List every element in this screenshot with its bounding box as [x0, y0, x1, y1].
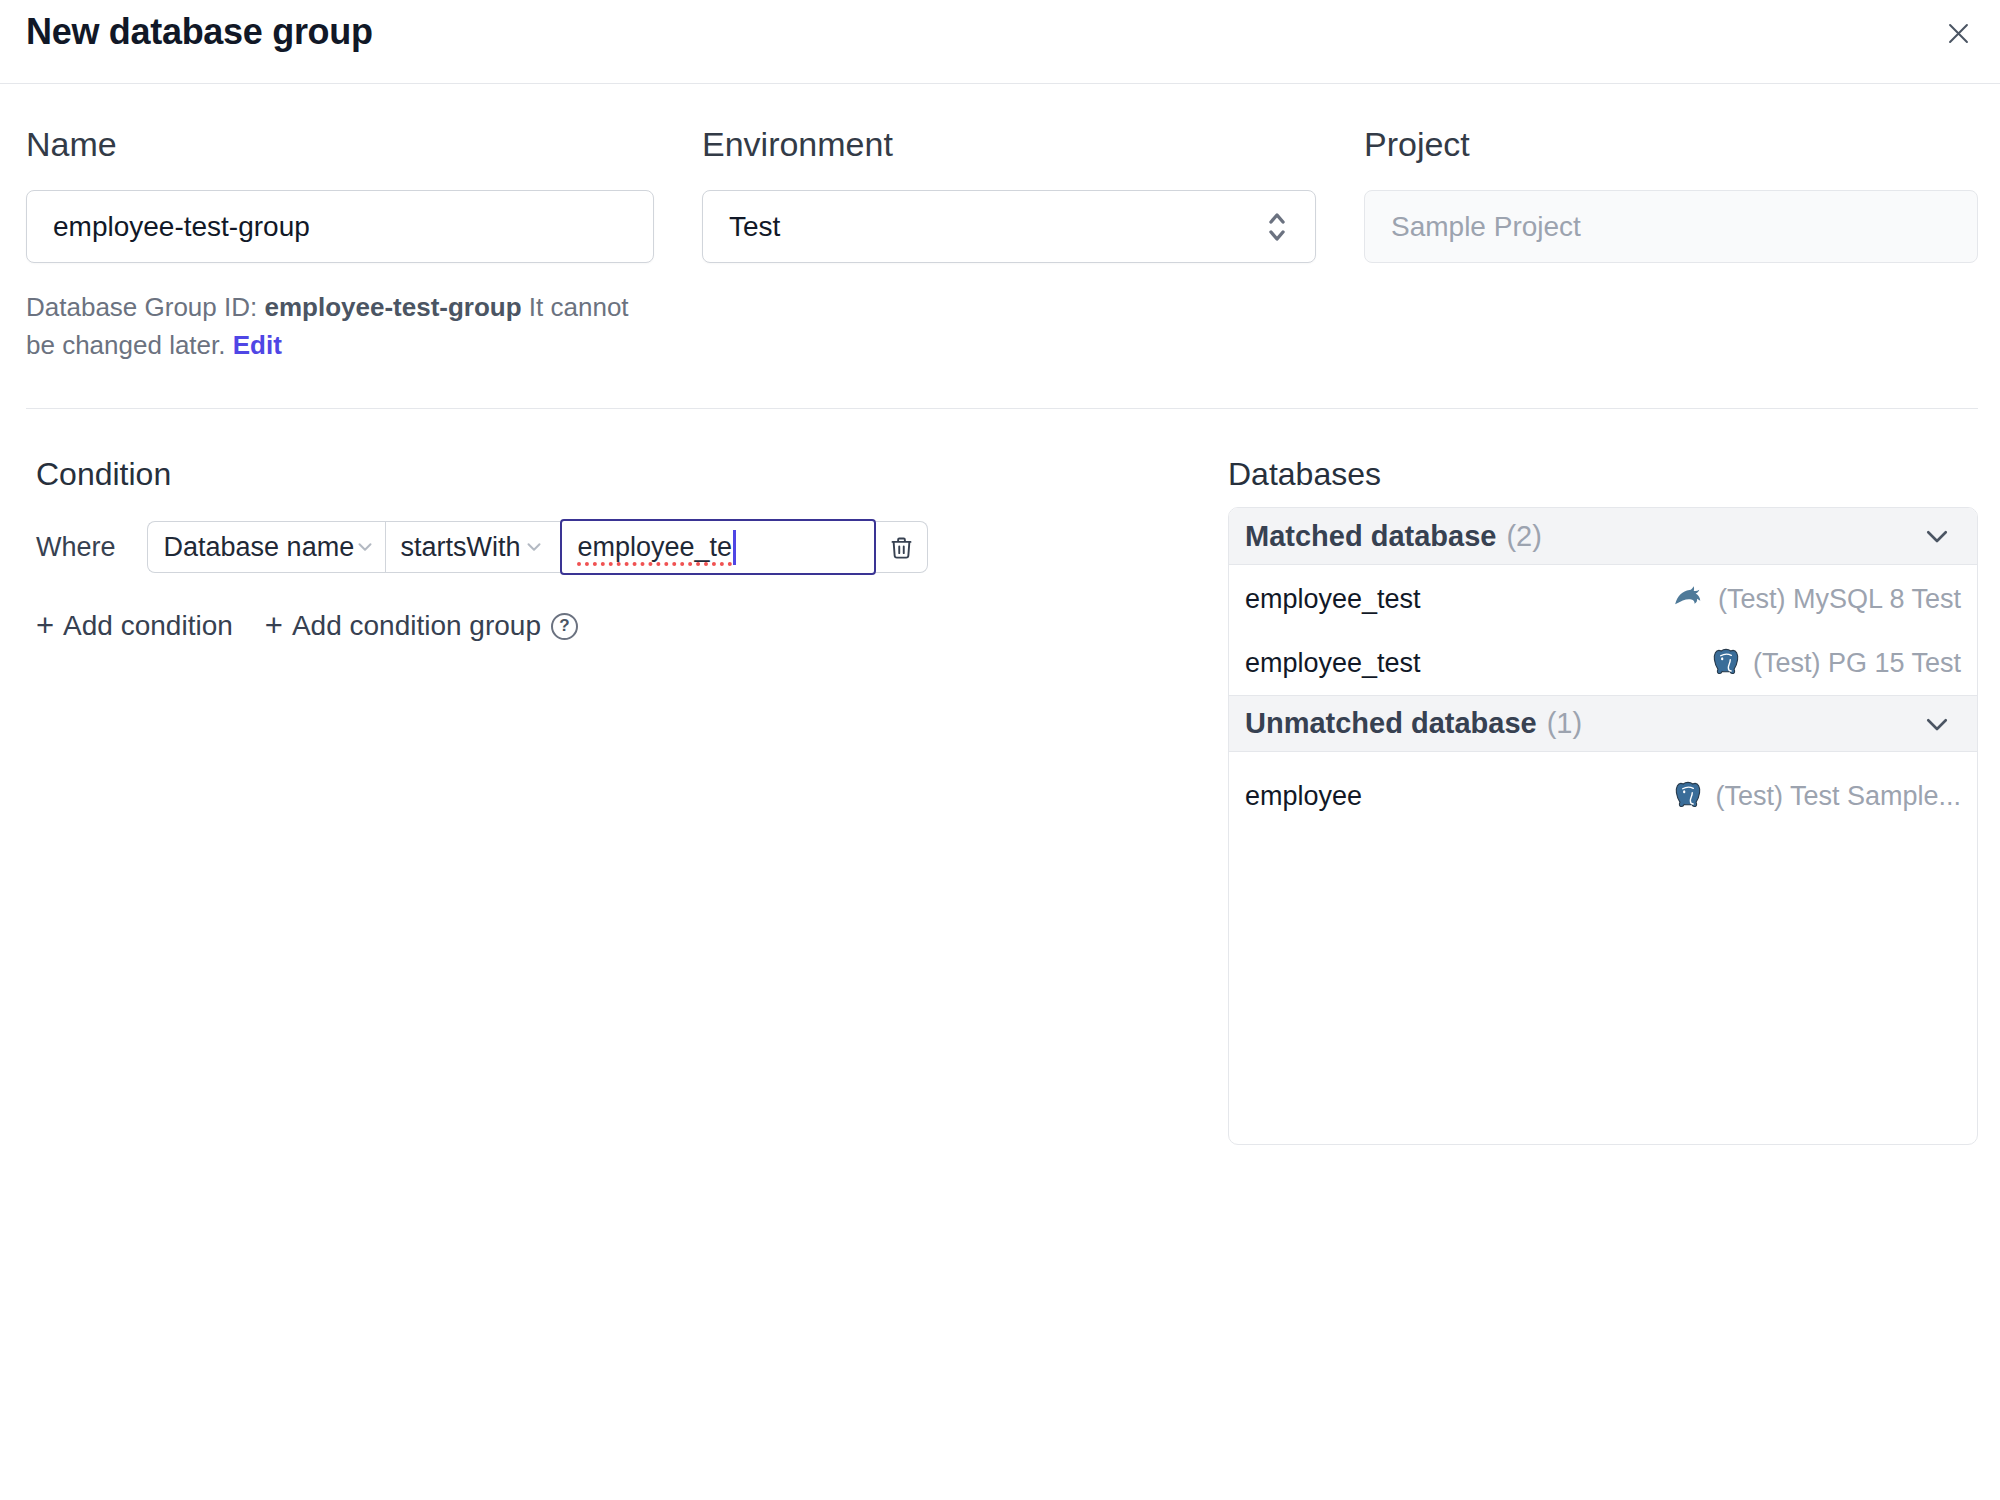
environment-select[interactable]: Test: [702, 190, 1316, 263]
name-input-value: employee-test-group: [53, 211, 310, 243]
form-grid: Name employee-test-group Database Group …: [26, 124, 1978, 364]
environment-label: Environment: [702, 124, 1316, 164]
matched-database-title: Matched database: [1245, 520, 1496, 552]
instance-label: (Test) MySQL 8 Test: [1718, 584, 1961, 615]
matched-database-header[interactable]: Matched database (2): [1229, 508, 1977, 565]
databases-section: Databases Matched database (2) employee_t…: [1228, 454, 1978, 1145]
database-row[interactable]: employee (Test) Test Sample...: [1229, 764, 1977, 828]
section-divider: [26, 408, 1978, 409]
unmatched-database-title: Unmatched database: [1245, 707, 1537, 739]
chevron-down-icon: [523, 536, 545, 558]
chevron-down-icon: [354, 536, 376, 558]
condition-section: Condition Where Database name startsWith…: [26, 454, 1228, 1145]
group-id-note-prefix: Database Group ID:: [26, 292, 264, 322]
select-updown-icon: [1265, 210, 1289, 244]
close-icon: [1945, 20, 1972, 47]
close-button[interactable]: [1945, 20, 1972, 50]
database-row[interactable]: employee_test (Test) PG 15 Test: [1229, 631, 1977, 695]
project-field-group: Project Sample Project: [1364, 124, 1978, 364]
chevron-down-icon: [1922, 709, 1952, 739]
database-name: employee: [1245, 781, 1362, 812]
unmatched-database-count: (1): [1547, 707, 1582, 739]
page-title: New database group: [26, 11, 373, 53]
postgresql-elephant-icon: [1671, 779, 1705, 813]
condition-operator-select[interactable]: startsWith: [385, 521, 560, 573]
add-condition-button[interactable]: + Add condition: [36, 608, 233, 644]
condition-links: + Add condition + Add condition group ?: [36, 608, 1228, 644]
name-input[interactable]: employee-test-group: [26, 190, 654, 263]
plus-icon: +: [36, 608, 54, 644]
database-instance: (Test) Test Sample...: [1671, 779, 1961, 813]
condition-field-select[interactable]: Database name: [147, 521, 385, 573]
database-row[interactable]: employee_test (Test) MySQL 8 Test: [1229, 567, 1977, 631]
instance-label: (Test) Test Sample...: [1715, 781, 1961, 812]
project-input: Sample Project: [1364, 190, 1978, 263]
database-instance: (Test) PG 15 Test: [1709, 646, 1961, 680]
databases-panel: Matched database (2) employee_test (Test)…: [1228, 507, 1978, 1145]
add-condition-label: Add condition: [63, 610, 233, 642]
group-id-value: employee-test-group: [264, 292, 521, 322]
instance-label: (Test) PG 15 Test: [1753, 648, 1961, 679]
add-condition-group-label: Add condition group: [292, 610, 541, 642]
condition-operator-value: startsWith: [401, 532, 521, 563]
environment-select-value: Test: [729, 211, 780, 243]
project-label: Project: [1364, 124, 1978, 164]
mysql-dolphin-icon: [1672, 581, 1708, 617]
project-input-value: Sample Project: [1391, 211, 1581, 243]
help-icon[interactable]: ?: [551, 613, 578, 640]
condition-heading: Condition: [36, 454, 1228, 494]
database-name: employee_test: [1245, 648, 1421, 679]
plus-icon: +: [265, 608, 283, 644]
matched-database-list: employee_test (Test) MySQL 8 Test employ…: [1229, 565, 1977, 695]
dialog-body: Name employee-test-group Database Group …: [0, 124, 2000, 1145]
condition-field-value: Database name: [164, 532, 355, 563]
unmatched-database-list: employee (Test) Test Sample...: [1229, 752, 1977, 828]
add-condition-group-button[interactable]: + Add condition group ?: [265, 608, 578, 644]
group-id-note: Database Group ID: employee-test-group I…: [26, 288, 654, 364]
condition-group: Database name startsWith employee_te: [147, 521, 928, 577]
condition-row: Where Database name startsWith employee_…: [36, 521, 1228, 577]
edit-link[interactable]: Edit: [233, 330, 282, 360]
condition-value-text: employee_te: [578, 532, 733, 563]
postgresql-elephant-icon: [1709, 646, 1743, 680]
matched-database-count: (2): [1506, 520, 1541, 552]
trash-icon: [888, 534, 915, 561]
text-caret: [733, 530, 736, 565]
databases-heading: Databases: [1228, 454, 1978, 494]
delete-condition-button[interactable]: [876, 521, 928, 573]
condition-value-input[interactable]: employee_te: [560, 519, 876, 575]
database-instance: (Test) MySQL 8 Test: [1672, 581, 1961, 617]
name-label: Name: [26, 124, 654, 164]
database-name: employee_test: [1245, 584, 1421, 615]
chevron-down-icon: [1922, 521, 1952, 551]
unmatched-database-header[interactable]: Unmatched database (1): [1229, 695, 1977, 752]
name-field-group: Name employee-test-group Database Group …: [26, 124, 654, 364]
where-label: Where: [36, 521, 116, 573]
environment-field-group: Environment Test: [702, 124, 1316, 364]
dialog-header: New database group: [0, 0, 2000, 84]
